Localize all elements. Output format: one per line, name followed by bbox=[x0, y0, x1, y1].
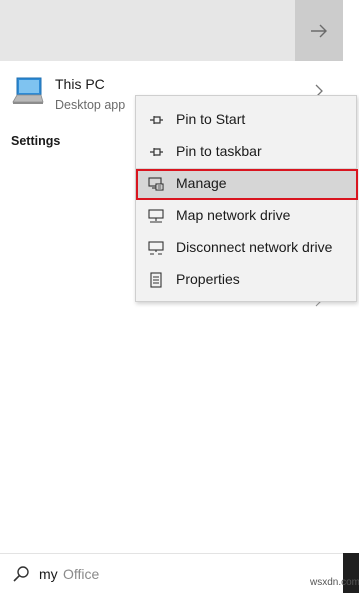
network-drive-icon bbox=[148, 209, 164, 223]
search-input-typed[interactable]: my bbox=[39, 566, 58, 582]
properties-icon bbox=[150, 272, 162, 288]
menu-item-pin-to-taskbar[interactable]: Pin to taskbar bbox=[136, 136, 356, 168]
search-box[interactable]: my Office bbox=[0, 553, 343, 593]
result-title: This PC bbox=[55, 76, 105, 92]
menu-item-map-network-drive[interactable]: Map network drive bbox=[136, 200, 356, 232]
menu-item-label: Pin to taskbar bbox=[176, 143, 262, 159]
menu-item-label: Pin to Start bbox=[176, 111, 246, 127]
search-icon bbox=[13, 566, 29, 582]
disconnect-network-drive-icon bbox=[148, 241, 164, 255]
pin-icon bbox=[150, 116, 163, 124]
context-menu: Pin to Start Pin to taskbar Manage Map n… bbox=[135, 95, 357, 302]
menu-item-label: Disconnect network drive bbox=[176, 239, 333, 255]
menu-item-label: Map network drive bbox=[176, 207, 291, 223]
computer-management-icon bbox=[148, 177, 164, 191]
computer-icon bbox=[12, 77, 44, 104]
result-subtitle: Desktop app bbox=[55, 98, 126, 112]
arrow-right-icon bbox=[311, 24, 327, 37]
open-result-button[interactable] bbox=[295, 0, 343, 61]
menu-item-disconnect-network-drive[interactable]: Disconnect network drive bbox=[136, 232, 356, 264]
menu-item-pin-to-start[interactable]: Pin to Start bbox=[136, 104, 356, 136]
pin-icon bbox=[150, 148, 163, 156]
watermark: wsxdn.com bbox=[310, 577, 359, 588]
section-heading-settings: Settings bbox=[11, 134, 61, 148]
menu-item-manage[interactable]: Manage bbox=[136, 168, 356, 200]
menu-item-label: Properties bbox=[176, 271, 240, 287]
top-right-strip bbox=[343, 0, 359, 61]
menu-item-label: Manage bbox=[176, 175, 227, 191]
menu-item-properties[interactable]: Properties bbox=[136, 264, 356, 296]
search-suggestion: Office bbox=[63, 566, 100, 582]
